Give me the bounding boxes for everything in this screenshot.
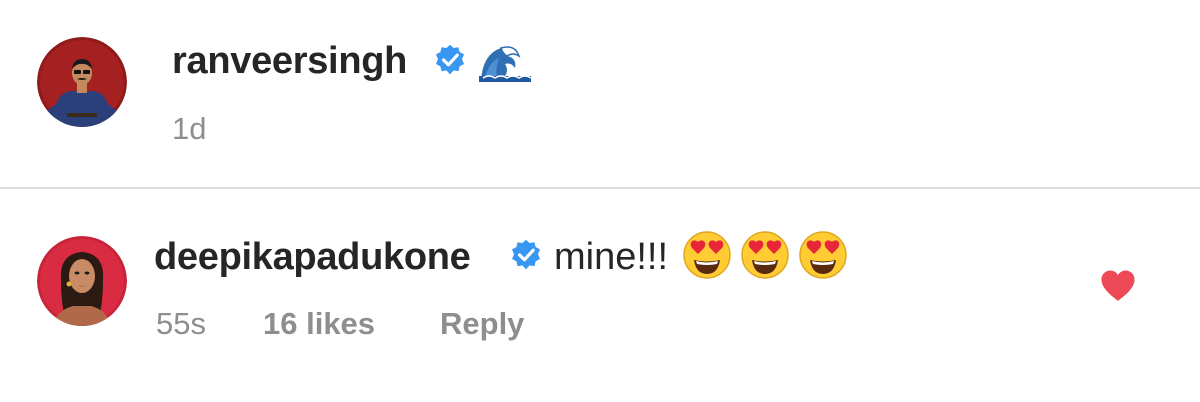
comment-timestamp: 55s [156,306,206,341]
heart-eyes-emoji-icon [682,230,732,285]
post-timestamp: 1d [172,111,207,146]
verified-badge-icon [434,44,466,81]
comment-avatar[interactable] [37,236,127,326]
wave-emoji-icon [479,40,532,87]
verified-badge-icon [510,239,542,276]
heart-eyes-emoji-icon [740,230,790,285]
comment-text: mine!!! [554,236,669,278]
post-avatar[interactable] [37,37,127,127]
comment-username[interactable]: deepikapadukone [154,236,471,279]
reply-button[interactable]: Reply [440,306,524,342]
heart-like-icon[interactable] [1100,270,1136,307]
likes-count-link[interactable]: 16 likes [263,306,375,342]
post-username[interactable]: ranveersingh [172,40,407,83]
divider [0,187,1200,189]
heart-eyes-emoji-icon [798,230,848,285]
